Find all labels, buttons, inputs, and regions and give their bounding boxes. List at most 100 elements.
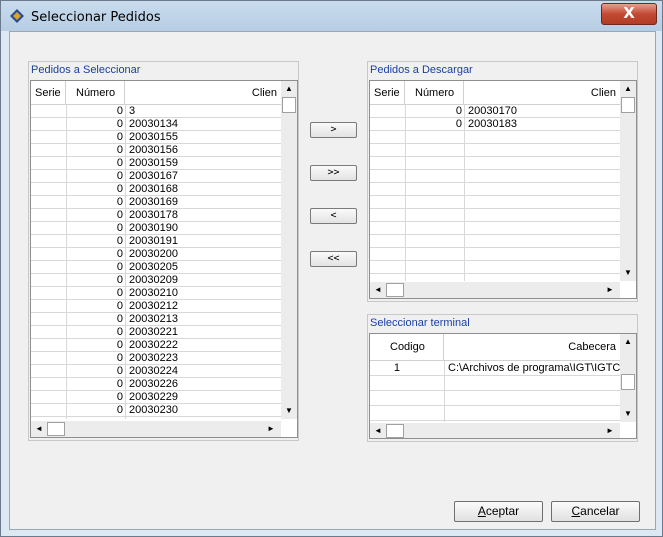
scroll-thumb[interactable] [282, 97, 296, 113]
table-cell-numero: 0 [116, 209, 123, 221]
scroll-up-icon[interactable]: ▲ [281, 81, 297, 97]
table-row[interactable] [370, 183, 636, 196]
add-all-button[interactable]: >> [310, 165, 357, 181]
scroll-right-icon[interactable]: ► [602, 423, 618, 438]
horizontal-scrollbar[interactable]: ◄ ► [31, 421, 281, 437]
scroll-left-icon[interactable]: ◄ [370, 423, 386, 438]
table-row[interactable] [370, 235, 636, 248]
table-row[interactable] [370, 131, 636, 144]
table-row[interactable]: 0 20030222 [31, 339, 297, 352]
table-row[interactable] [370, 144, 636, 157]
close-button[interactable]: X [601, 3, 657, 25]
table-row[interactable] [370, 376, 636, 391]
table-row[interactable] [370, 261, 636, 274]
scroll-thumb[interactable] [47, 422, 65, 436]
scroll-down-icon[interactable]: ▼ [620, 406, 636, 422]
scroll-down-icon[interactable]: ▼ [620, 265, 636, 281]
col-header-cliente[interactable]: Clien [464, 81, 620, 105]
table-row[interactable]: 0 20030221 [31, 326, 297, 339]
table-row[interactable]: 0 20030170 [370, 105, 636, 118]
table-cell-serie [31, 352, 66, 365]
table-cell-serie [31, 144, 66, 157]
table-cell-cliente: 20030168 [129, 183, 178, 195]
title-bar: Seleccionar Pedidos X [1, 1, 662, 31]
table-row[interactable]: 0 20030168 [31, 183, 297, 196]
table-row[interactable]: 0 20030190 [31, 222, 297, 235]
col-header-numero[interactable]: Número [405, 81, 464, 105]
table-row[interactable]: 0 20030230 [31, 404, 297, 417]
accept-button[interactable]: Aceptar [454, 501, 543, 522]
table-cell-numero: 0 [116, 170, 123, 182]
table-cell-cliente: 20030167 [129, 170, 178, 182]
scroll-thumb[interactable] [621, 374, 635, 390]
table-row[interactable] [370, 248, 636, 261]
scroll-right-icon[interactable]: ► [263, 421, 279, 437]
terminal-grid[interactable]: Codigo Cabecera 1 C:\Archivos de programa… [369, 333, 637, 439]
scroll-down-icon[interactable]: ▼ [281, 403, 297, 419]
table-row[interactable] [370, 406, 636, 421]
pedidos-descargar-grid[interactable]: Serie Número Clien 0 20030170 0 20030183 ▲ … [369, 80, 637, 299]
table-row[interactable]: 0 20030224 [31, 365, 297, 378]
add-one-button[interactable]: > [310, 122, 357, 138]
remove-one-button[interactable]: < [310, 208, 357, 224]
vertical-scrollbar[interactable]: ▲ ▼ [620, 334, 636, 422]
panel-title: Seleccionar terminal [370, 317, 473, 329]
table-row[interactable]: 0 20030178 [31, 209, 297, 222]
table-row[interactable]: 0 20030156 [31, 144, 297, 157]
table-row[interactable]: 0 20030205 [31, 261, 297, 274]
scroll-left-icon[interactable]: ◄ [370, 282, 386, 298]
col-header-codigo[interactable]: Codigo [370, 334, 444, 361]
table-row[interactable]: 0 20030212 [31, 300, 297, 313]
table-row[interactable] [370, 209, 636, 222]
remove-all-button[interactable]: << [310, 251, 357, 267]
table-row[interactable]: 0 20030223 [31, 352, 297, 365]
table-cell-serie [31, 196, 66, 209]
scroll-left-icon[interactable]: ◄ [31, 421, 47, 437]
table-row[interactable] [370, 391, 636, 406]
table-row[interactable]: 0 20030226 [31, 378, 297, 391]
table-row[interactable]: 0 20030159 [31, 157, 297, 170]
scroll-thumb[interactable] [386, 424, 404, 438]
table-row[interactable]: 0 20030183 [370, 118, 636, 131]
vertical-scrollbar[interactable]: ▲ ▼ [620, 81, 636, 281]
col-header-serie[interactable]: Serie [370, 81, 405, 105]
scroll-up-icon[interactable]: ▲ [620, 334, 636, 350]
table-row[interactable]: 0 20030169 [31, 196, 297, 209]
scroll-up-icon[interactable]: ▲ [620, 81, 636, 97]
scroll-right-icon[interactable]: ► [602, 282, 618, 298]
pedidos-seleccionar-grid[interactable]: Serie Número Clien 0 3 0 20030134 0 20030155 0… [30, 80, 298, 438]
dialog-window: Seleccionar Pedidos X Pedidos a Seleccio… [0, 0, 663, 537]
table-row[interactable]: 0 20030167 [31, 170, 297, 183]
table-row[interactable]: 1 C:\Archivos de programa\IGT\IGTCr [370, 361, 636, 376]
col-header-serie[interactable]: Serie [31, 81, 66, 105]
table-row[interactable]: 03 [31, 105, 297, 118]
scroll-thumb[interactable] [386, 283, 404, 297]
cancel-button-hotkey: C [571, 504, 581, 518]
table-cell-numero: 0 [116, 144, 123, 156]
table-row[interactable]: 0 20030134 [31, 118, 297, 131]
vertical-scrollbar[interactable]: ▲ ▼ [281, 81, 297, 419]
scroll-thumb[interactable] [621, 97, 635, 113]
table-cell-cliente: 20030183 [468, 118, 517, 130]
table-row[interactable]: 0 20030155 [31, 131, 297, 144]
table-row[interactable]: 0 20030209 [31, 274, 297, 287]
table-cell-cliente: 20030190 [129, 222, 178, 234]
table-row[interactable] [370, 222, 636, 235]
horizontal-scrollbar[interactable]: ◄ ► [370, 282, 620, 298]
col-header-cliente[interactable]: Clien [125, 81, 281, 105]
table-row[interactable] [370, 157, 636, 170]
col-header-cabecera[interactable]: Cabecera [444, 334, 620, 361]
table-cell-cliente: 20030221 [129, 326, 178, 338]
cancel-button[interactable]: Cancelar [551, 501, 640, 522]
table-row[interactable] [370, 170, 636, 183]
table-row[interactable]: 0 20030213 [31, 313, 297, 326]
col-header-numero[interactable]: Número [66, 81, 125, 105]
table-row[interactable] [370, 196, 636, 209]
horizontal-scrollbar[interactable]: ◄ ► [370, 423, 620, 438]
table-cell-numero: 0 [116, 391, 123, 403]
table-row[interactable]: 0 20030229 [31, 391, 297, 404]
table-row[interactable]: 0 20030200 [31, 248, 297, 261]
table-cell-numero: 0 [116, 118, 123, 130]
table-row[interactable]: 0 20030191 [31, 235, 297, 248]
table-row[interactable]: 0 20030210 [31, 287, 297, 300]
